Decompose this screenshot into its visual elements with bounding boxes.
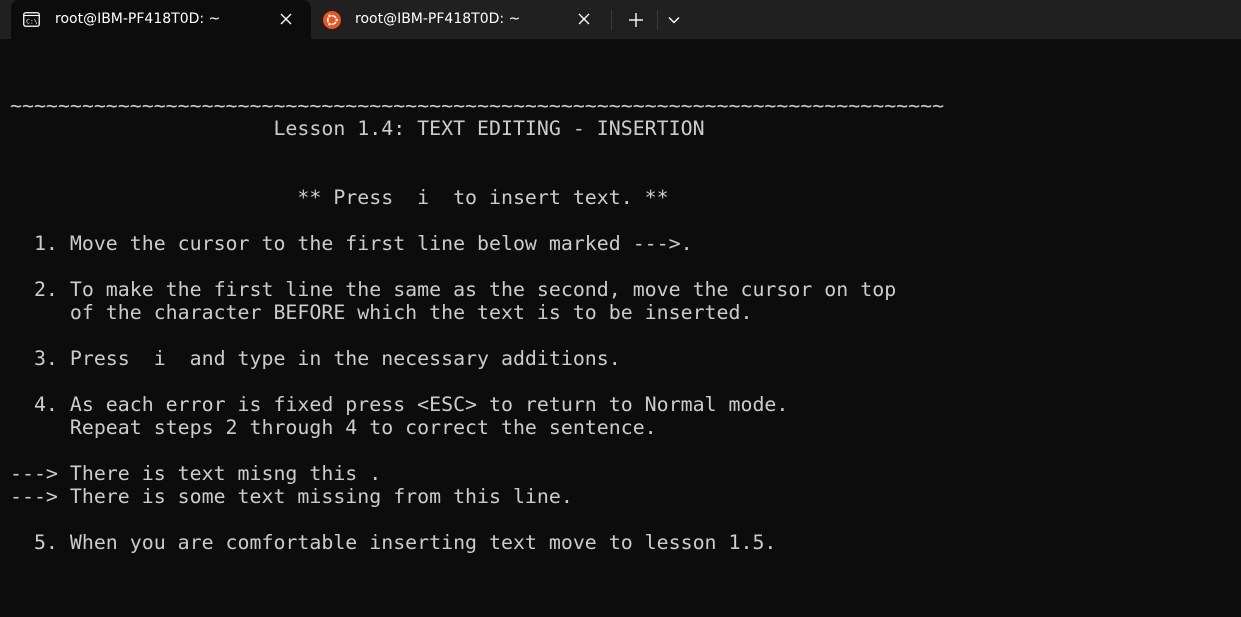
terminal-line: 4. As each error is fixed press <ESC> to… xyxy=(10,393,789,416)
terminal-line: 3. Press i and type in the necessary add… xyxy=(10,347,621,370)
tab-separator xyxy=(657,10,658,30)
svg-text:C:\: C:\ xyxy=(26,18,38,26)
terminal-line: ---> There is text misng this . xyxy=(10,462,382,485)
terminal-line: of the character BEFORE which the text i… xyxy=(10,301,753,324)
terminal-line: ---> There is some text missing from thi… xyxy=(10,485,573,508)
tab-bar: C:\ root@IBM-PF418T0D: ~ root@IBM-PF418T… xyxy=(0,0,1241,39)
terminal-line: ** Press i to insert text. ** xyxy=(10,186,669,209)
close-icon[interactable] xyxy=(577,12,591,26)
terminal-line: 2. To make the first line the same as th… xyxy=(10,278,897,301)
terminal-line: Lesson 1.4: TEXT EDITING - INSERTION xyxy=(10,117,705,140)
new-tab-icon[interactable] xyxy=(624,8,648,32)
tab-separator xyxy=(611,10,612,30)
terminal-line: 5. When you are comfortable inserting te… xyxy=(10,531,777,554)
tab-terminal-1[interactable]: C:\ root@IBM-PF418T0D: ~ xyxy=(11,0,311,39)
tab-label: root@IBM-PF418T0D: ~ xyxy=(55,11,221,27)
terminal-window: C:\ root@IBM-PF418T0D: ~ root@IBM-PF418T… xyxy=(0,0,1241,617)
terminal-line: Repeat steps 2 through 4 to correct the … xyxy=(10,416,657,439)
close-icon[interactable] xyxy=(279,12,293,26)
ubuntu-icon xyxy=(323,11,341,29)
terminal-line: 1. Move the cursor to the first line bel… xyxy=(10,232,693,255)
terminal-output[interactable]: ~~~~~~~~~~~~~~~~~~~~~~~~~~~~~~~~~~~~~~~~… xyxy=(10,94,944,554)
terminal-icon: C:\ xyxy=(23,11,40,28)
tab-label: root@IBM-PF418T0D: ~ xyxy=(355,11,521,27)
terminal-line: ~~~~~~~~~~~~~~~~~~~~~~~~~~~~~~~~~~~~~~~~… xyxy=(10,94,945,117)
chevron-down-icon[interactable] xyxy=(664,10,684,30)
tab-terminal-2[interactable]: root@IBM-PF418T0D: ~ xyxy=(311,0,607,39)
